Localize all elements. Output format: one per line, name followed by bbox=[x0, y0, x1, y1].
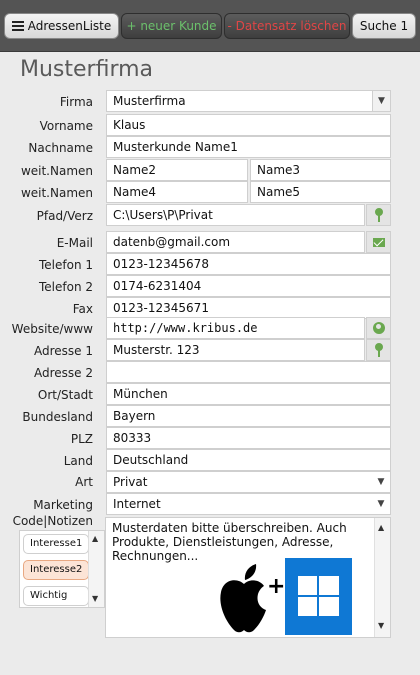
code-item[interactable]: Interesse1 bbox=[23, 534, 89, 554]
apple-logo bbox=[220, 564, 266, 633]
delete-record-label: - Datensatz löschen bbox=[227, 19, 347, 33]
telefon2-field[interactable]: 0174-6231404 bbox=[106, 275, 391, 297]
name3-field[interactable]: Name3 bbox=[250, 159, 391, 181]
label-plz: PLZ bbox=[70, 432, 93, 446]
label-adresse1: Adresse 1 bbox=[33, 344, 93, 358]
code-list[interactable]: Interesse1 Interesse2 Wichtig ▲ ▼ bbox=[19, 530, 105, 608]
label-weit-namen-1: weit.Namen bbox=[20, 164, 93, 178]
land-value: Deutschland bbox=[113, 453, 189, 467]
new-customer-label: + neuer Kunde bbox=[126, 19, 217, 33]
scroll-down-icon[interactable]: ▼ bbox=[92, 594, 98, 603]
address-list-label: AdressenListe bbox=[27, 19, 112, 33]
label-art: Art bbox=[75, 475, 93, 489]
search-label: Suche 1 bbox=[359, 19, 409, 33]
notes-textarea[interactable]: Musterdaten bitte überschreiben. Auch Pr… bbox=[105, 517, 391, 638]
email-value: datenb@gmail.com bbox=[113, 235, 231, 249]
globe-icon bbox=[372, 322, 385, 334]
label-firma: Firma bbox=[59, 95, 93, 109]
nachname-value: Musterkunde Name1 bbox=[113, 140, 238, 154]
label-adresse2: Adresse 2 bbox=[33, 366, 93, 380]
address-list-button[interactable]: AdressenListe bbox=[4, 13, 119, 39]
label-vorname: Vorname bbox=[39, 119, 93, 133]
open-website-button[interactable] bbox=[366, 317, 391, 339]
plz-field[interactable]: 80333 bbox=[106, 427, 391, 449]
pfad-locate-button[interactable] bbox=[366, 204, 391, 226]
list-icon bbox=[11, 21, 24, 31]
notes-text: Musterdaten bitte überschreiben. Auch Pr… bbox=[112, 521, 347, 563]
ort-field[interactable]: München bbox=[106, 383, 391, 405]
email-field[interactable]: datenb@gmail.com bbox=[106, 231, 365, 253]
label-telefon2: Telefon 2 bbox=[38, 280, 93, 294]
fax-value: 0123-12345671 bbox=[113, 301, 209, 315]
marketing-select[interactable]: Internet ▼ bbox=[106, 493, 391, 515]
label-land: Land bbox=[63, 454, 93, 468]
website-value: http://www.kribus.de bbox=[113, 321, 258, 335]
bundesland-value: Bayern bbox=[113, 409, 156, 423]
chevron-down-icon[interactable]: ▼ bbox=[372, 91, 390, 111]
firma-value: Musterfirma bbox=[113, 94, 186, 108]
website-field[interactable]: http://www.kribus.de bbox=[106, 317, 365, 339]
label-code-notizen: Code|Notizen bbox=[12, 514, 93, 528]
label-email: E-Mail bbox=[56, 236, 93, 250]
new-customer-button[interactable]: + neuer Kunde bbox=[121, 13, 222, 39]
telefon2-value: 0174-6231404 bbox=[113, 279, 202, 293]
chevron-down-icon[interactable]: ▼ bbox=[372, 472, 390, 492]
label-telefon1: Telefon 1 bbox=[38, 258, 93, 272]
scroll-up-icon[interactable]: ▲ bbox=[92, 534, 98, 543]
art-value: Privat bbox=[113, 475, 148, 489]
label-nachname: Nachname bbox=[28, 141, 93, 155]
art-select[interactable]: Privat ▼ bbox=[106, 471, 391, 493]
toolbar: AdressenListe + neuer Kunde - Datensatz … bbox=[0, 0, 420, 52]
plus-sign: + bbox=[267, 574, 286, 599]
plz-value: 80333 bbox=[113, 431, 152, 445]
label-weit-namen-2: weit.Namen bbox=[20, 186, 93, 200]
scroll-up-icon[interactable]: ▲ bbox=[378, 521, 384, 535]
name4-value: Name4 bbox=[113, 185, 157, 199]
chevron-down-icon[interactable]: ▼ bbox=[372, 494, 390, 514]
map-pin-icon bbox=[374, 343, 384, 357]
code-item[interactable]: Wichtig bbox=[23, 586, 89, 606]
name2-field[interactable]: Name2 bbox=[106, 159, 248, 181]
bundesland-field[interactable]: Bayern bbox=[106, 405, 391, 427]
label-marketing: Marketing bbox=[33, 498, 93, 512]
label-website: Website/www bbox=[11, 322, 93, 336]
code-scrollbar[interactable]: ▲ ▼ bbox=[88, 531, 104, 607]
vorname-value: Klaus bbox=[113, 118, 146, 132]
adresse1-value: Musterstr. 123 bbox=[113, 343, 200, 357]
adresse2-field[interactable] bbox=[106, 361, 391, 383]
label-pfad: Pfad/Verz bbox=[36, 209, 93, 223]
notes-scrollbar[interactable]: ▲ ▼ bbox=[374, 518, 390, 637]
page-title: Musterfirma bbox=[20, 57, 154, 82]
vorname-field[interactable]: Klaus bbox=[106, 114, 391, 136]
code-item[interactable]: Interesse2 bbox=[23, 560, 89, 580]
label-fax: Fax bbox=[72, 302, 93, 316]
pfad-value: C:\Users\P\Privat bbox=[113, 208, 213, 222]
firma-select[interactable]: Musterfirma ▼ bbox=[106, 90, 391, 112]
name5-field[interactable]: Name5 bbox=[250, 181, 391, 203]
telefon1-field[interactable]: 0123-12345678 bbox=[106, 253, 391, 275]
telefon1-value: 0123-12345678 bbox=[113, 257, 209, 271]
platform-logos: + bbox=[216, 558, 356, 636]
ort-value: München bbox=[113, 387, 168, 401]
delete-record-button[interactable]: - Datensatz löschen bbox=[224, 13, 350, 39]
name5-value: Name5 bbox=[257, 185, 301, 199]
scroll-down-icon[interactable]: ▼ bbox=[378, 619, 384, 633]
adresse1-field[interactable]: Musterstr. 123 bbox=[106, 339, 365, 361]
pfad-field[interactable]: C:\Users\P\Privat bbox=[106, 204, 365, 226]
name2-value: Name2 bbox=[113, 163, 157, 177]
windows-logo bbox=[285, 558, 352, 635]
marketing-value: Internet bbox=[113, 497, 161, 511]
map-address-button[interactable] bbox=[366, 339, 391, 361]
fax-field[interactable]: 0123-12345671 bbox=[106, 297, 391, 319]
land-field[interactable]: Deutschland bbox=[106, 449, 391, 471]
name4-field[interactable]: Name4 bbox=[106, 181, 248, 203]
send-mail-button[interactable] bbox=[366, 231, 391, 253]
label-bundesland: Bundesland bbox=[22, 410, 93, 424]
map-pin-icon bbox=[374, 208, 384, 222]
name3-value: Name3 bbox=[257, 163, 301, 177]
search-button[interactable]: Suche 1 bbox=[352, 13, 416, 39]
label-ort: Ort/Stadt bbox=[37, 388, 93, 402]
nachname-field[interactable]: Musterkunde Name1 bbox=[106, 136, 391, 158]
mail-icon bbox=[372, 237, 385, 247]
